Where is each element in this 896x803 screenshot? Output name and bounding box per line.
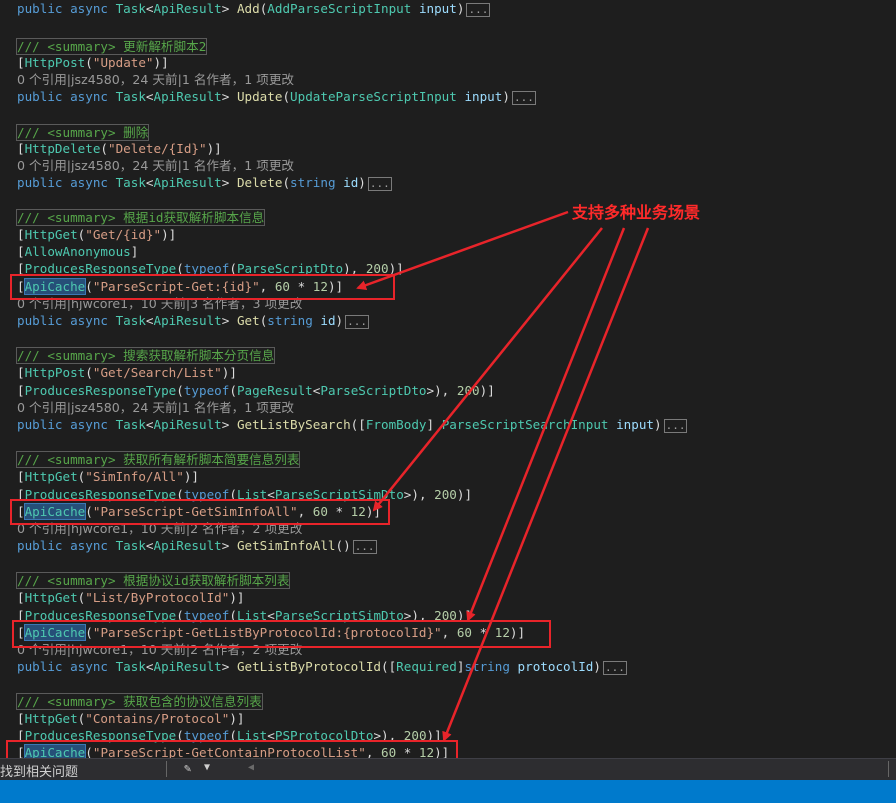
status-bar: 找到相关问题 ✎ ▼ ◀ xyxy=(0,758,896,780)
status-issues-text[interactable]: 找到相关问题 xyxy=(0,761,78,780)
arrow-to-contains xyxy=(442,227,650,742)
scroll-left-icon[interactable]: ◀ xyxy=(248,762,254,773)
chevron-down-icon[interactable]: ▼ xyxy=(204,762,210,773)
annotation-arrows xyxy=(356,210,650,742)
brush-icon[interactable]: ✎ xyxy=(184,761,191,775)
status-divider xyxy=(888,761,889,777)
arrow-to-byprotocol xyxy=(466,227,626,622)
ide-status-bar xyxy=(0,780,896,803)
status-divider xyxy=(166,761,167,777)
arrow-to-get xyxy=(356,210,569,290)
